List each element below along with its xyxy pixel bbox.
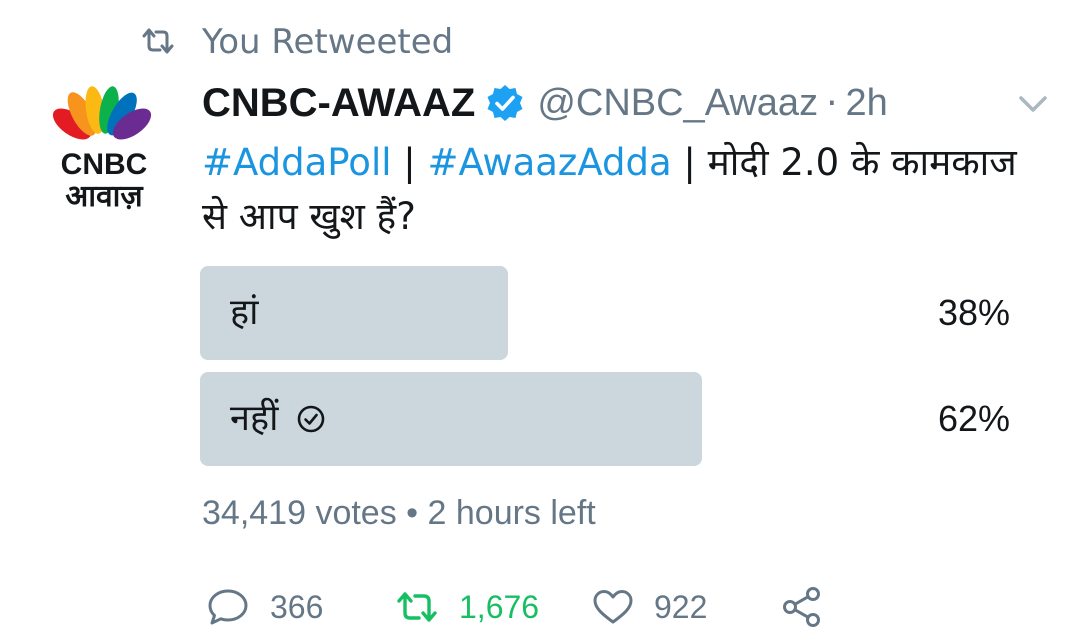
poll-meta-separator: • xyxy=(406,494,419,532)
like-count: 922 xyxy=(654,588,708,625)
hashtag-link[interactable]: #AwaazAdda xyxy=(428,141,672,184)
author-handle[interactable]: @CNBC_Awaaz xyxy=(537,82,818,125)
reply-count: 366 xyxy=(270,588,324,625)
like-button[interactable]: 922 xyxy=(592,584,707,630)
poll-option-label: हां xyxy=(230,266,258,360)
poll-percent: 38% xyxy=(937,292,1010,333)
poll-option[interactable]: हां 38% xyxy=(200,266,1010,360)
check-circle-icon xyxy=(298,405,325,433)
poll-vote-count: 34,419 votes xyxy=(202,494,397,532)
logo-text-cnbc: CNBC xyxy=(61,148,148,181)
share-button[interactable] xyxy=(780,584,844,630)
retweet-button[interactable]: 1,676 xyxy=(395,584,539,630)
poll-option[interactable]: नहीं 62% xyxy=(200,372,1010,466)
retweet-context-icon xyxy=(142,28,174,54)
avatar[interactable]: CNBC आवाज़ xyxy=(42,86,166,216)
tweet-header: CNBC-AWAAZ @CNBC_Awaaz · 2h xyxy=(202,78,888,128)
header-separator: · xyxy=(826,82,838,124)
reply-icon xyxy=(208,589,248,625)
author-name[interactable]: CNBC-AWAAZ xyxy=(202,81,475,126)
share-icon xyxy=(783,587,820,627)
poll-meta: 34,419 votes • 2 hours left xyxy=(202,490,596,536)
poll-option-text: हां xyxy=(230,292,259,333)
heart-icon xyxy=(593,590,633,624)
poll-time-left: 2 hours left xyxy=(427,494,596,532)
poll-option-text: नहीं xyxy=(230,398,279,439)
tweet-time[interactable]: 2h xyxy=(846,82,888,125)
poll-percent: 62% xyxy=(937,398,1010,439)
chevron-down-icon[interactable] xyxy=(1016,92,1050,116)
logo-text-awaaz: आवाज़ xyxy=(65,179,144,214)
tweet-text: #AddaPoll | #AwaazAdda | मोदी 2.0 के काम… xyxy=(202,136,1022,244)
retweet-context-label: You Retweeted xyxy=(202,22,454,62)
tweet-text-separator: | xyxy=(391,141,428,184)
verified-badge-icon xyxy=(487,85,523,121)
retweet-icon xyxy=(397,592,437,622)
retweet-count: 1,676 xyxy=(459,588,540,625)
poll-option-label: नहीं xyxy=(230,372,326,466)
reply-button[interactable]: 366 xyxy=(206,584,323,630)
hashtag-link[interactable]: #AddaPoll xyxy=(202,141,392,184)
